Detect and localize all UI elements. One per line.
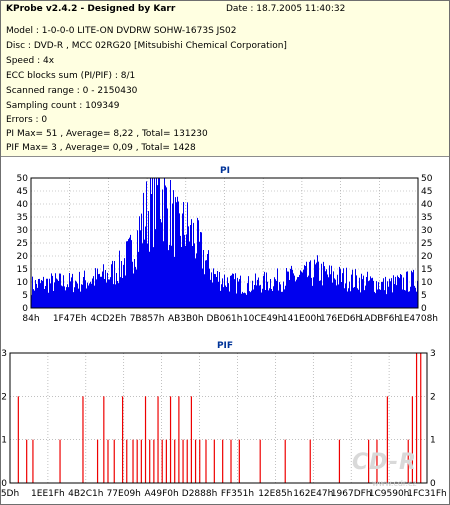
x-tick-label: 1C9590h <box>369 489 410 499</box>
y-tick-right: 40 <box>421 200 433 210</box>
y-tick-right: 0 <box>430 479 436 489</box>
y-tick-right: 1 <box>430 436 436 446</box>
y-tick-right: 35 <box>421 213 432 223</box>
watermark-url: www.cdr.cz <box>372 479 417 488</box>
x-tick-label: 5Dh <box>1 489 19 499</box>
x-tick-label: 1967DFh <box>331 489 372 499</box>
y-tick-left: 30 <box>17 226 29 236</box>
x-tick-label: A49F0h <box>145 489 179 499</box>
y-tick-left: 25 <box>17 239 28 249</box>
y-tick-left: 1 <box>1 436 7 446</box>
x-tick-label: 77E09h <box>107 489 141 499</box>
charts-area: PI0 05 510 1015 1520 2025 2530 3035 3540 4045 4550… <box>1 166 447 499</box>
y-tick-left: 0 <box>1 479 7 489</box>
y-tick-left: 10 <box>17 278 29 288</box>
y-tick-right: 15 <box>421 265 432 275</box>
x-tick-label: 1ADBF6h <box>358 314 400 324</box>
x-tick-label: D2888h <box>182 489 218 499</box>
y-tick-left: 50 <box>17 174 29 184</box>
chart-title: PI <box>220 166 230 176</box>
y-tick-right: 2 <box>430 392 436 402</box>
y-tick-left: 3 <box>1 349 7 359</box>
x-tick-label: FF351h <box>221 489 254 499</box>
x-tick-label: 176ED6h <box>320 314 361 324</box>
x-tick-label: DB061h <box>207 314 243 324</box>
y-tick-left: 20 <box>17 252 29 262</box>
y-tick-right: 45 <box>421 187 432 197</box>
x-tick-label: 7B857h <box>130 314 165 324</box>
y-tick-left: 45 <box>17 187 28 197</box>
y-tick-right: 50 <box>421 174 433 184</box>
y-tick-left: 0 <box>22 304 28 314</box>
y-tick-left: 15 <box>17 265 28 275</box>
x-tick-label: 84h <box>22 314 39 324</box>
x-tick-label: 4CD2Eh <box>90 314 126 324</box>
y-tick-right: 20 <box>421 252 433 262</box>
y-tick-left: 40 <box>17 200 29 210</box>
x-tick-label: 1FC31Fh <box>407 489 447 499</box>
y-tick-right: 0 <box>421 304 427 314</box>
y-tick-right: 3 <box>430 349 436 359</box>
y-tick-left: 35 <box>17 213 28 223</box>
pi-chart: PI 0 0 5 5 10 10 15 15 20 20 25 25 30 30 35 35 40 40 45 45 50… <box>17 166 438 324</box>
y-tick-left: 2 <box>1 392 7 402</box>
x-tick-label: 162E47h <box>293 489 333 499</box>
x-tick-label: AB3B0h <box>168 314 204 324</box>
x-tick-label: 12E85h <box>258 489 292 499</box>
y-tick-right: 30 <box>421 226 433 236</box>
chart-title: PIF <box>217 341 233 351</box>
y-tick-right: 25 <box>421 239 432 249</box>
x-tick-label: 1F47Eh <box>53 314 87 324</box>
pif-chart: PIF 0 0 1 1 2 2 3 3 5Dh 1EE1Fh 4B2C1h 77E09h A49F0h D2… <box>1 341 447 499</box>
x-tick-label: 141E00h <box>282 314 322 324</box>
y-tick-left: 5 <box>22 291 28 301</box>
watermark-logo: CD-R <box>352 450 417 475</box>
x-tick-label: 1EE1Fh <box>31 489 65 499</box>
x-tick-label: 4B2C1h <box>68 489 103 499</box>
x-tick-label: 10CE49h <box>243 314 284 324</box>
y-tick-right: 10 <box>421 278 433 288</box>
y-tick-right: 5 <box>421 291 427 301</box>
x-tick-label: 1E4708h <box>398 314 438 324</box>
